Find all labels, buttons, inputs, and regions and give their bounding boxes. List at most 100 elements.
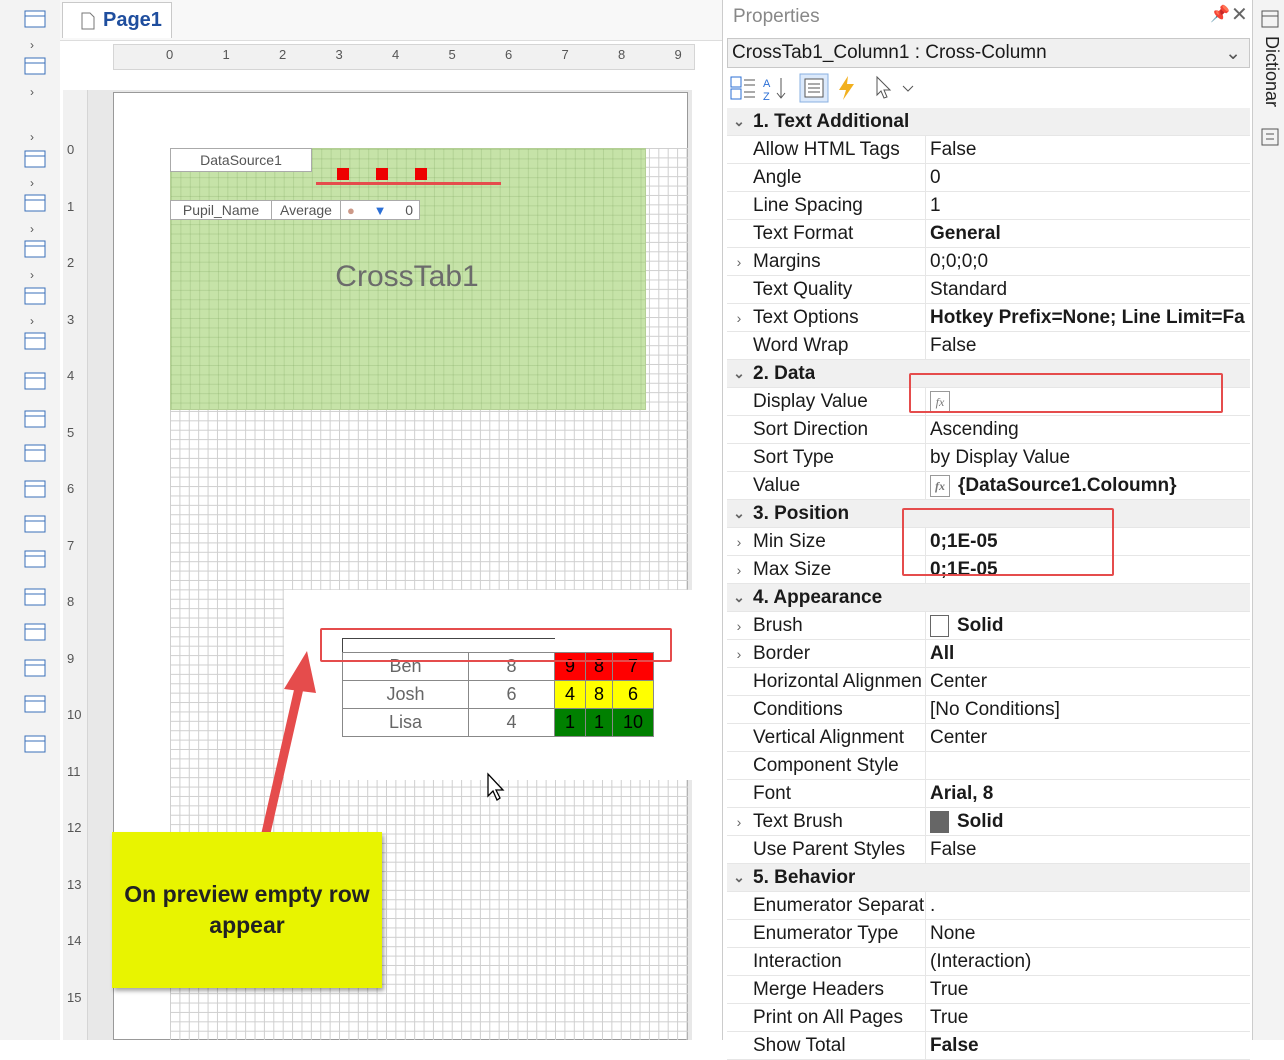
text-icon[interactable] bbox=[22, 442, 48, 464]
property-value[interactable]: Center bbox=[925, 724, 1250, 751]
property-value[interactable]: False bbox=[925, 836, 1250, 863]
property-value[interactable]: (Interaction) bbox=[925, 948, 1250, 975]
expand-chevron-icon[interactable]: › bbox=[30, 85, 34, 99]
shapes-icon[interactable] bbox=[22, 192, 48, 214]
selection-handle[interactable] bbox=[337, 168, 349, 180]
property-row-interaction[interactable]: Interaction (Interaction) bbox=[727, 948, 1250, 976]
chevron-down-icon[interactable]: ⌄ bbox=[727, 505, 751, 522]
chevron-right-icon[interactable]: › bbox=[727, 254, 751, 270]
dictionary-icon[interactable] bbox=[1261, 10, 1279, 28]
expand-chevron-icon[interactable]: › bbox=[30, 176, 34, 190]
property-row-value[interactable]: Value fx {DataSource1.Coloumn} bbox=[727, 472, 1250, 500]
property-value[interactable] bbox=[925, 752, 1250, 779]
chevron-right-icon[interactable]: › bbox=[727, 562, 751, 578]
property-row-enumerator-type[interactable]: Enumerator Type None bbox=[727, 920, 1250, 948]
property-row-vertical-alignment[interactable]: Vertical Alignment Center bbox=[727, 724, 1250, 752]
property-value[interactable]: Standard bbox=[925, 276, 1250, 303]
property-row-sort-direction[interactable]: Sort Direction Ascending bbox=[727, 416, 1250, 444]
category-4-appearance[interactable]: ⌄ 4. Appearance bbox=[727, 584, 1250, 612]
band-data-icon[interactable] bbox=[22, 408, 48, 430]
property-value[interactable]: . bbox=[925, 892, 1250, 919]
property-value[interactable]: Arial, 8 bbox=[925, 780, 1250, 807]
tab-dictionary[interactable]: Dictionar bbox=[1261, 36, 1282, 107]
property-row-allow-html-tags[interactable]: Allow HTML Tags False bbox=[727, 136, 1250, 164]
property-value[interactable]: False bbox=[925, 1032, 1250, 1059]
expand-chevron-icon[interactable]: › bbox=[30, 314, 34, 328]
text-format-icon[interactable] bbox=[22, 657, 48, 679]
sort-alphabetical-icon[interactable]: A Z bbox=[762, 75, 788, 101]
chevron-right-icon[interactable]: › bbox=[727, 618, 751, 634]
property-row-sort-type[interactable]: Sort Type by Display Value bbox=[727, 444, 1250, 472]
report-tree-icon[interactable] bbox=[1261, 128, 1279, 146]
map-icon[interactable] bbox=[22, 330, 48, 352]
pointer-dropdown-icon[interactable] bbox=[873, 75, 919, 101]
property-value[interactable]: Ascending bbox=[925, 416, 1250, 443]
close-icon[interactable]: ✕ bbox=[1231, 2, 1248, 27]
property-row-component-style[interactable]: Component Style bbox=[727, 752, 1250, 780]
property-row-word-wrap[interactable]: Word Wrap False bbox=[727, 332, 1250, 360]
chevron-down-icon[interactable]: ⌄ bbox=[727, 113, 751, 130]
property-value[interactable]: All bbox=[925, 640, 1250, 667]
category-5-behavior[interactable]: ⌄ 5. Behavior bbox=[727, 864, 1250, 892]
property-row-print-on-all-pages[interactable]: Print on All Pages True bbox=[727, 1004, 1250, 1032]
expand-chevron-icon[interactable]: › bbox=[30, 130, 34, 144]
property-value[interactable]: True bbox=[925, 976, 1250, 1003]
report-wizard-icon[interactable] bbox=[22, 8, 48, 30]
expand-chevron-icon[interactable]: › bbox=[30, 268, 34, 282]
chevron-down-icon[interactable]: ⌄ bbox=[727, 869, 751, 886]
chevron-down-icon[interactable]: ⌄ bbox=[727, 365, 751, 382]
chart-icon[interactable] bbox=[22, 238, 48, 260]
expression-icon[interactable]: fx bbox=[930, 474, 950, 497]
tab-page1[interactable]: Page1 bbox=[62, 2, 172, 38]
property-value[interactable]: False bbox=[925, 332, 1250, 359]
property-row-margins[interactable]: › Margins 0;0;0;0 bbox=[727, 248, 1250, 276]
property-value[interactable]: True bbox=[925, 1004, 1250, 1031]
property-row-enumerator-separat[interactable]: Enumerator Separat. bbox=[727, 892, 1250, 920]
property-value[interactable]: 0;0;0;0 bbox=[925, 248, 1250, 275]
property-row-border[interactable]: › Border All bbox=[727, 640, 1250, 668]
rich-text-icon[interactable] bbox=[22, 478, 48, 500]
row-header-pupil-name[interactable]: Pupil_Name bbox=[170, 200, 272, 220]
selection-handle[interactable] bbox=[376, 168, 388, 180]
chevron-right-icon[interactable]: › bbox=[727, 814, 751, 830]
expand-chevron-icon[interactable]: › bbox=[30, 38, 34, 52]
expand-chevron-icon[interactable]: › bbox=[30, 222, 34, 236]
summary-header-average[interactable]: Average bbox=[271, 200, 341, 220]
property-value[interactable]: General bbox=[925, 220, 1250, 247]
property-value[interactable]: Solid bbox=[925, 612, 1250, 639]
property-value[interactable]: 0 bbox=[925, 164, 1250, 191]
chevron-right-icon[interactable]: › bbox=[727, 534, 751, 550]
property-value[interactable]: fx {DataSource1.Coloumn} bbox=[925, 472, 1250, 499]
pin-icon[interactable]: 📌 bbox=[1210, 4, 1230, 24]
events-lightning-icon[interactable] bbox=[836, 75, 858, 101]
property-row-brush[interactable]: › Brush Solid bbox=[727, 612, 1250, 640]
property-pages-icon[interactable] bbox=[799, 73, 829, 103]
band-header-icon[interactable] bbox=[22, 370, 48, 392]
barcode-icon[interactable] bbox=[22, 148, 48, 170]
category-1-text-additional[interactable]: ⌄ 1. Text Additional bbox=[727, 108, 1250, 136]
property-row-angle[interactable]: Angle 0 bbox=[727, 164, 1250, 192]
image-icon[interactable] bbox=[22, 693, 48, 715]
chevron-right-icon[interactable]: › bbox=[727, 310, 751, 326]
property-row-text-options[interactable]: › Text Options Hotkey Prefix=None; Line Li… bbox=[727, 304, 1250, 332]
table-icon[interactable] bbox=[22, 55, 48, 77]
chevron-down-icon[interactable]: ⌄ bbox=[727, 589, 751, 606]
property-value[interactable]: False bbox=[925, 136, 1250, 163]
property-row-merge-headers[interactable]: Merge Headers True bbox=[727, 976, 1250, 1004]
property-row-use-parent-styles[interactable]: Use Parent Styles False bbox=[727, 836, 1250, 864]
sub-report-icon[interactable] bbox=[22, 586, 48, 608]
property-row-text-format[interactable]: Text Format General bbox=[727, 220, 1250, 248]
property-value[interactable]: Center bbox=[925, 668, 1250, 695]
component-selector[interactable]: CrossTab1_Column1 : Cross-Column ⌄ bbox=[727, 38, 1250, 68]
property-value[interactable]: Solid bbox=[925, 808, 1250, 835]
selection-handle[interactable] bbox=[415, 168, 427, 180]
property-row-text-brush[interactable]: › Text Brush Solid bbox=[727, 808, 1250, 836]
property-value[interactable]: None bbox=[925, 920, 1250, 947]
property-value[interactable]: Hotkey Prefix=None; Line Limit=Fa bbox=[925, 304, 1250, 331]
chevron-right-icon[interactable]: › bbox=[727, 646, 751, 662]
property-row-line-spacing[interactable]: Line Spacing 1 bbox=[727, 192, 1250, 220]
property-value[interactable]: 1 bbox=[925, 192, 1250, 219]
property-value[interactable]: [No Conditions] bbox=[925, 696, 1250, 723]
gauge-icon[interactable] bbox=[22, 285, 48, 307]
property-row-horizontal-alignmen[interactable]: Horizontal Alignmen Center bbox=[727, 668, 1250, 696]
